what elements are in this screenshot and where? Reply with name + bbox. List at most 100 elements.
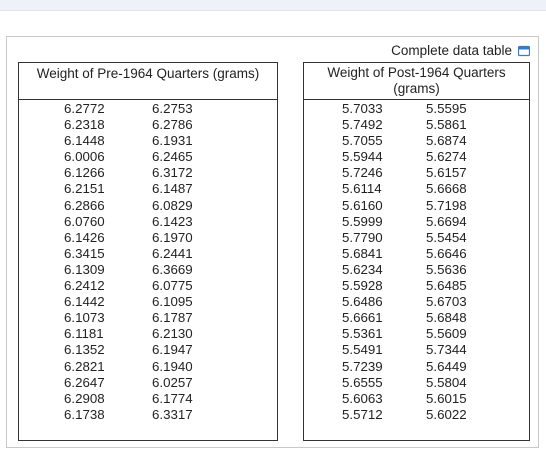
table-row: 5.6063 5.6015: [304, 391, 529, 407]
table-cell: 6.3415: [64, 245, 105, 261]
table-row: 6.2318 6.2786: [19, 117, 277, 133]
table-row: 5.7790 5.5454: [304, 230, 529, 246]
table-cell: 5.6234: [342, 261, 383, 277]
table-cell: 6.1970: [152, 229, 193, 245]
table-cell: 6.2647: [64, 374, 105, 390]
table-cell: 6.1947: [152, 342, 193, 358]
table-row: 5.6486 5.6703: [304, 294, 529, 310]
table-cell: 5.5712: [342, 406, 383, 422]
table-row: 6.0760 6.1423: [19, 214, 277, 230]
pre-1964-header: Weight of Pre-1964 Quarters (grams): [19, 63, 277, 100]
table-row: 5.5944 5.6274: [304, 149, 529, 165]
table-cell: 6.1487: [152, 181, 193, 197]
table-cell: 5.6157: [426, 165, 467, 181]
table-cell: 6.2130: [152, 326, 193, 342]
table-cell: 5.7246: [342, 165, 383, 181]
table-row: 5.6160 5.7198: [304, 198, 529, 214]
table-cell: 6.2772: [64, 101, 105, 116]
data-table-panel: Complete data table Weight of Pre-1964 Q…: [6, 36, 539, 448]
table-cell: 5.5595: [426, 101, 467, 116]
table-cell: 5.6646: [426, 245, 467, 261]
table-cell: 5.6555: [342, 374, 383, 390]
table-row: 6.1181 6.2130: [19, 326, 277, 342]
table-cell: 6.2866: [64, 197, 105, 213]
table-cell: 5.5609: [426, 326, 467, 342]
post-1964-rows: 5.7033 5.5595 5.7492 5.5861 5.7055 5.6874 5.59…: [304, 100, 529, 423]
table-row: 6.3415 6.2441: [19, 246, 277, 262]
table-cell: 6.3317: [152, 406, 193, 422]
table-cell: 5.5928: [342, 278, 383, 294]
table-row: 6.1442 6.1095: [19, 294, 277, 310]
table-cell: 6.2908: [64, 390, 105, 406]
table-cell: 6.1426: [64, 229, 105, 245]
table-row: 6.0006 6.2465: [19, 149, 277, 165]
table-cell: 6.1931: [152, 133, 193, 149]
table-cell: 6.0257: [152, 374, 193, 390]
table-cell: 5.5804: [426, 374, 467, 390]
post-1964-table: Weight of Post-1964 Quarters (grams) 5.7…: [303, 62, 530, 441]
expand-window-icon[interactable]: [518, 45, 530, 57]
table-cell: 6.1774: [152, 390, 193, 406]
table-cell: 5.6449: [426, 358, 467, 374]
table-cell: 5.7198: [426, 197, 467, 213]
table-cell: 6.1738: [64, 406, 105, 422]
table-cell: 5.5636: [426, 261, 467, 277]
pre-1964-rows: 6.2772 6.2753 6.2318 6.2786 6.1448 6.1931 6.00…: [19, 100, 277, 423]
table-row: 5.6555 5.5804: [304, 375, 529, 391]
table-cell: 6.1448: [64, 133, 105, 149]
table-cell: 5.6841: [342, 245, 383, 261]
table-row: 6.2772 6.2753: [19, 101, 277, 117]
table-row: 5.7055 5.6874: [304, 133, 529, 149]
complete-data-table-link[interactable]: Complete data table: [391, 43, 530, 58]
table-cell: 6.1787: [152, 310, 193, 326]
table-cell: 5.5361: [342, 326, 383, 342]
table-cell: 5.6661: [342, 310, 383, 326]
table-row: 5.5491 5.7344: [304, 342, 529, 358]
pre-1964-table: Weight of Pre-1964 Quarters (grams) 6.27…: [18, 62, 278, 441]
table-cell: 6.1073: [64, 310, 105, 326]
table-cell: 5.7033: [342, 101, 383, 116]
table-row: 6.2412 6.0775: [19, 278, 277, 294]
table-cell: 5.6114: [342, 181, 382, 197]
table-cell: 6.2151: [64, 181, 105, 197]
table-cell: 5.5999: [342, 213, 383, 229]
table-cell: 5.7790: [342, 229, 383, 245]
table-row: 5.7492 5.5861: [304, 117, 529, 133]
table-cell: 5.6703: [426, 294, 467, 310]
table-cell: 5.6063: [342, 390, 383, 406]
table-row: 5.7246 5.6157: [304, 165, 529, 181]
table-row: 5.6114 5.6668: [304, 181, 529, 197]
table-cell: 6.3669: [152, 261, 193, 277]
table-row: 6.1426 6.1970: [19, 230, 277, 246]
table-row: 6.1352 6.1947: [19, 342, 277, 358]
top-strip: [0, 0, 546, 11]
table-row: 5.5928 5.6485: [304, 278, 529, 294]
table-row: 6.1448 6.1931: [19, 133, 277, 149]
table-cell: 6.1266: [64, 165, 105, 181]
table-row: 5.5999 5.6694: [304, 214, 529, 230]
table-cell: 5.7239: [342, 358, 383, 374]
table-cell: 5.5861: [426, 117, 467, 133]
table-row: 5.6661 5.6848: [304, 310, 529, 326]
table-cell: 6.0006: [64, 149, 105, 165]
table-cell: 6.1095: [152, 294, 193, 310]
table-cell: 5.6160: [342, 197, 383, 213]
table-cell: 6.0775: [152, 278, 193, 294]
table-row: 6.2908 6.1774: [19, 391, 277, 407]
table-cell: 6.2441: [152, 245, 193, 261]
table-cell: 5.6694: [426, 213, 467, 229]
table-cell: 5.5944: [342, 149, 383, 165]
table-cell: 6.0829: [152, 197, 193, 213]
table-cell: 6.1181: [64, 326, 104, 342]
table-cell: 5.6022: [426, 406, 467, 422]
table-row: 5.6841 5.6646: [304, 246, 529, 262]
post-1964-header: Weight of Post-1964 Quarters (grams): [304, 63, 529, 100]
table-cell: 6.1940: [152, 358, 193, 374]
table-cell: 5.6274: [426, 149, 467, 165]
table-cell: 6.3172: [152, 165, 193, 181]
table-row: 5.7239 5.6449: [304, 359, 529, 375]
table-row: 6.2647 6.0257: [19, 375, 277, 391]
table-row: 6.1309 6.3669: [19, 262, 277, 278]
table-cell: 6.1423: [152, 213, 193, 229]
table-cell: 6.2821: [64, 358, 105, 374]
